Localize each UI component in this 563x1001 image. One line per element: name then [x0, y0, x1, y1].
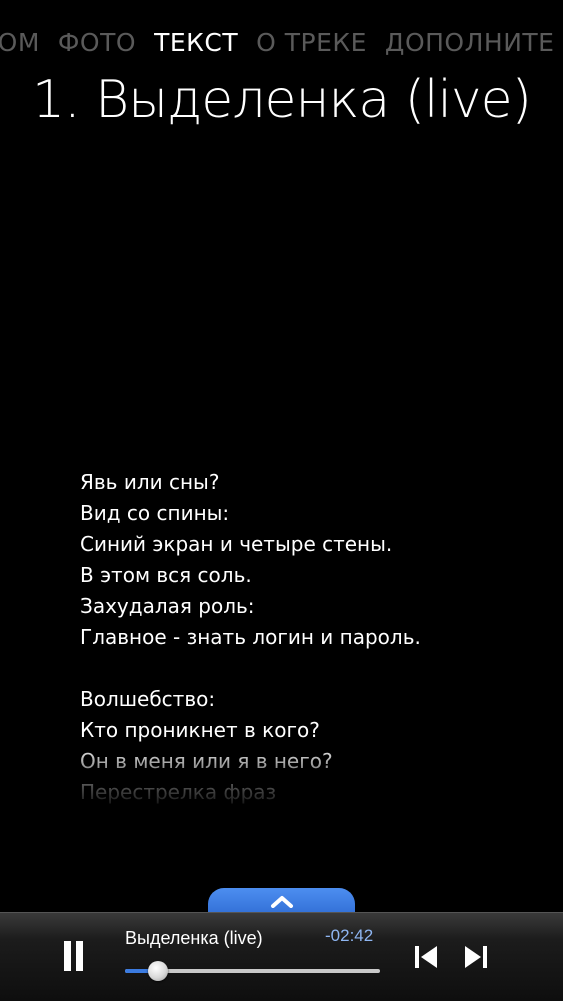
skip-next-icon — [465, 946, 487, 968]
next-track-button[interactable] — [462, 943, 490, 971]
chevron-up-icon — [271, 896, 293, 908]
tab-more[interactable]: ДОПОЛНИТЕ — [385, 28, 555, 57]
lyric-line: Синий экран и четыре стены. — [80, 532, 393, 556]
pause-icon — [76, 941, 83, 971]
lyric-line: Волшебство: — [80, 687, 216, 711]
lyric-line: Вид со спины: — [80, 501, 230, 525]
progress-knob[interactable] — [148, 961, 169, 981]
section-tabs: ЬОМ ФОТО ТЕКСТ О ТРЕКЕ ДОПОЛНИТЕ — [0, 28, 563, 68]
lyric-line: Перестрелка фраз — [80, 780, 277, 804]
lyric-line: Главное - знать логин и пароль. — [80, 625, 421, 649]
tab-album[interactable]: ЬОМ — [0, 28, 40, 57]
remaining-time: -02:42 — [325, 926, 374, 945]
tab-lyrics[interactable]: ТЕКСТ — [154, 28, 238, 57]
tab-photo[interactable]: ФОТО — [58, 28, 136, 57]
tab-about-track[interactable]: О ТРЕКЕ — [256, 28, 367, 57]
track-title: 1. Выделенка (live) — [32, 70, 532, 130]
lyric-line — [80, 653, 540, 684]
player-track-name: Выделенка (live) — [125, 928, 263, 948]
pause-icon — [64, 941, 71, 971]
lyric-line: Явь или сны? — [80, 470, 220, 494]
mini-player: Выделенка (live) -02:42 — [0, 912, 563, 1001]
lyric-line: Захудалая роль: — [80, 594, 255, 618]
lyric-line: Кто проникнет в кого? — [80, 718, 320, 742]
skip-previous-icon — [415, 946, 437, 968]
lyric-line: Он в меня или я в него? — [80, 749, 333, 773]
pause-button[interactable] — [58, 941, 88, 973]
previous-track-button[interactable] — [412, 943, 440, 971]
progress-slider[interactable] — [125, 961, 380, 981]
lyric-line: В этом вся соль. — [80, 563, 252, 587]
lyrics-text[interactable]: Явь или сны? Вид со спины: Синий экран и… — [80, 467, 540, 812]
